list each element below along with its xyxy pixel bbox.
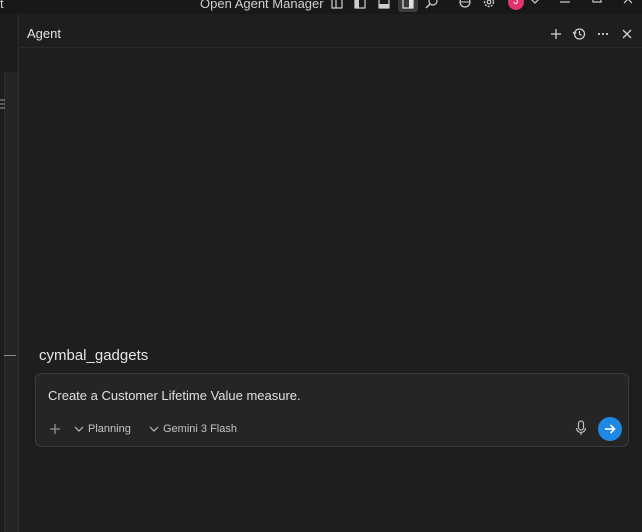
editor-gutter [4,72,18,532]
title-bar: t Open Agent Manager J [0,0,642,14]
sash-handle[interactable] [4,355,16,356]
chat-composer[interactable]: Create a Customer Lifetime Value measure… [35,373,629,447]
mode-label: Planning [88,423,131,435]
layout-icon[interactable] [330,0,344,10]
model-label: Gemini 3 Flash [163,423,237,435]
search-icon[interactable] [425,0,439,10]
agent-panel: Agent cymbal_gadgets Create a Customer L… [18,14,642,532]
toggle-panel-icon[interactable] [377,0,391,10]
send-button[interactable] [598,417,622,441]
chevron-down-icon [149,426,159,432]
plus-icon [551,29,561,39]
open-agent-manager-link[interactable]: Open Agent Manager [200,0,324,11]
workspace-name: cymbal_gadgets [39,347,149,364]
history-icon [572,28,586,40]
menu-fragment[interactable]: t [0,0,4,11]
editor-edge [0,14,18,532]
more-horizontal-icon [597,32,609,36]
settings-gear-icon[interactable] [482,0,496,10]
arrow-right-icon [605,424,616,434]
toggle-agent-pane-icon[interactable] [401,0,415,10]
minimize-icon[interactable] [558,0,572,10]
chevron-down-icon [74,426,84,432]
add-context-icon[interactable] [48,422,62,436]
app-window: t Open Agent Manager J Agent cymbal_gadg… [0,0,642,532]
prompt-input[interactable]: Create a Customer Lifetime Value measure… [48,388,301,403]
microphone-icon[interactable] [574,420,588,436]
account-chevron-down-icon[interactable] [528,0,542,10]
toggle-sidebar-icon[interactable] [353,0,367,10]
panel-title: Agent [27,26,61,41]
mode-dropdown[interactable]: Planning [74,421,131,437]
close-window-icon[interactable] [622,0,636,10]
menu-lines-icon[interactable] [0,98,6,110]
user-avatar[interactable]: J [508,0,524,10]
maximize-icon[interactable] [590,0,604,10]
new-chat-button[interactable] [547,25,565,43]
close-panel-button[interactable] [618,25,636,43]
globe-icon[interactable] [458,0,472,10]
more-options-button[interactable] [594,25,612,43]
history-button[interactable] [570,25,588,43]
model-dropdown[interactable]: Gemini 3 Flash [149,421,237,437]
agent-panel-header: Agent [19,20,642,48]
close-icon [622,29,632,39]
